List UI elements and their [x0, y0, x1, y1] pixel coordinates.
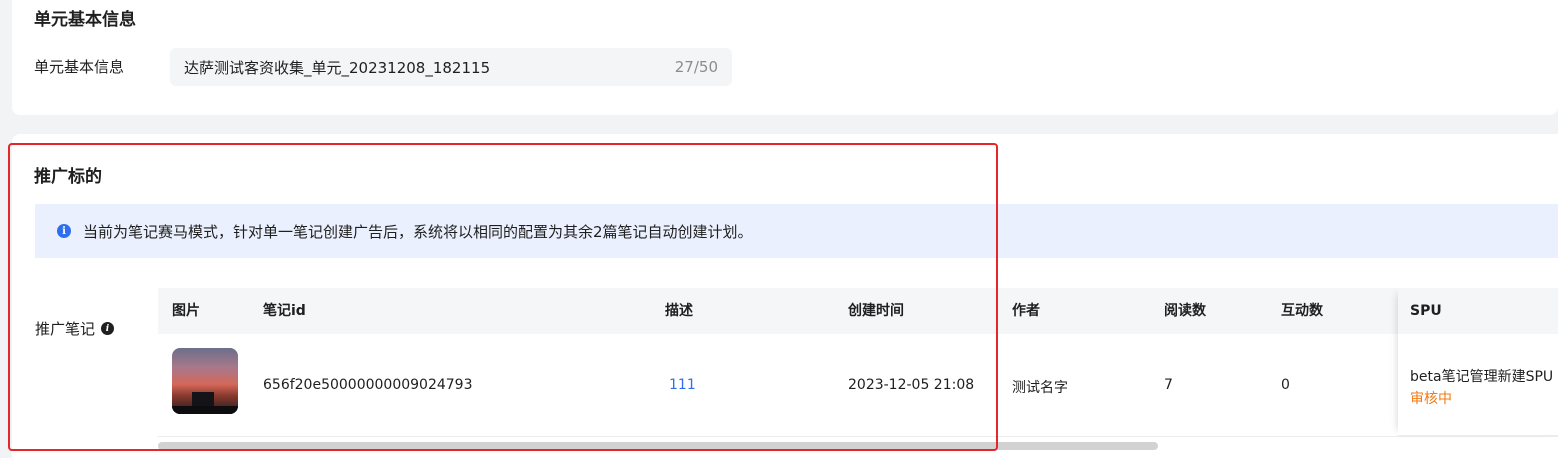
basic-info-title: 单元基本信息 [34, 10, 136, 30]
header-created: 创建时间 [848, 303, 904, 319]
table-horizontal-scrollbar[interactable] [158, 442, 1158, 450]
header-image: 图片 [172, 303, 200, 319]
header-interactions: 互动数 [1281, 303, 1323, 319]
basic-info-card: 单元基本信息 单元基本信息 达萨测试客资收集_单元_20231208_18211… [12, 0, 1558, 115]
table-header: 图片 笔记id 描述 创建时间 作者 阅读数 互动数 [158, 288, 1558, 334]
unit-name-value: 达萨测试客资收集_单元_20231208_182115 [184, 58, 491, 77]
promotion-target-title: 推广标的 [34, 167, 102, 187]
header-desc: 描述 [665, 303, 693, 319]
mode-info-alert: i 当前为笔记赛马模式，针对单一笔记创建广告后，系统将以相同的配置为其余2篇笔记… [35, 204, 1558, 258]
cell-created: 2023-12-05 21:08 [848, 377, 975, 393]
cell-interactions: 0 [1281, 377, 1290, 393]
thumbnail-ground-shape [172, 406, 238, 414]
info-circle-icon: i [57, 224, 71, 238]
header-note-id: 笔记id [263, 303, 306, 319]
header-spu: SPU [1398, 288, 1558, 334]
spu-name: beta笔记管理新建SPU [1410, 369, 1554, 385]
promotion-target-card: 推广标的 i 当前为笔记赛马模式，针对单一笔记创建广告后，系统将以相同的配置为其… [12, 134, 1558, 458]
alert-text: 当前为笔记赛马模式，针对单一笔记创建广告后，系统将以相同的配置为其余2篇笔记自动… [83, 222, 753, 241]
cell-reads: 7 [1164, 377, 1173, 393]
notes-table: 图片 笔记id 描述 创建时间 作者 阅读数 互动数 656f20e500000… [158, 288, 1558, 458]
header-reads: 阅读数 [1164, 303, 1206, 319]
page: 单元基本信息 单元基本信息 达萨测试客资收集_单元_20231208_18211… [0, 0, 1558, 458]
table-row: 656f20e50000000009024793 111 2023-12-05 … [158, 334, 1558, 437]
cell-note-id: 656f20e50000000009024793 [263, 377, 473, 393]
cell-desc-link[interactable]: 111 [669, 377, 696, 393]
unit-name-label: 单元基本信息 [34, 58, 125, 76]
promotion-note-label-text: 推广笔记 [35, 320, 96, 338]
promotion-note-label: 推广笔记 i [35, 318, 115, 339]
spu-fixed-column: SPU beta笔记管理新建SPU 审核中 [1398, 288, 1558, 436]
cell-author: 测试名字 [1012, 380, 1068, 396]
note-thumbnail[interactable] [172, 348, 238, 414]
spu-cell: beta笔记管理新建SPU 审核中 [1398, 334, 1558, 436]
unit-name-counter: 27/50 [674, 58, 718, 76]
info-circle-icon[interactable]: i [101, 322, 115, 335]
unit-name-input[interactable]: 达萨测试客资收集_单元_20231208_182115 27/50 [170, 48, 732, 86]
spu-status-badge: 审核中 [1410, 391, 1452, 407]
header-author: 作者 [1012, 303, 1040, 319]
